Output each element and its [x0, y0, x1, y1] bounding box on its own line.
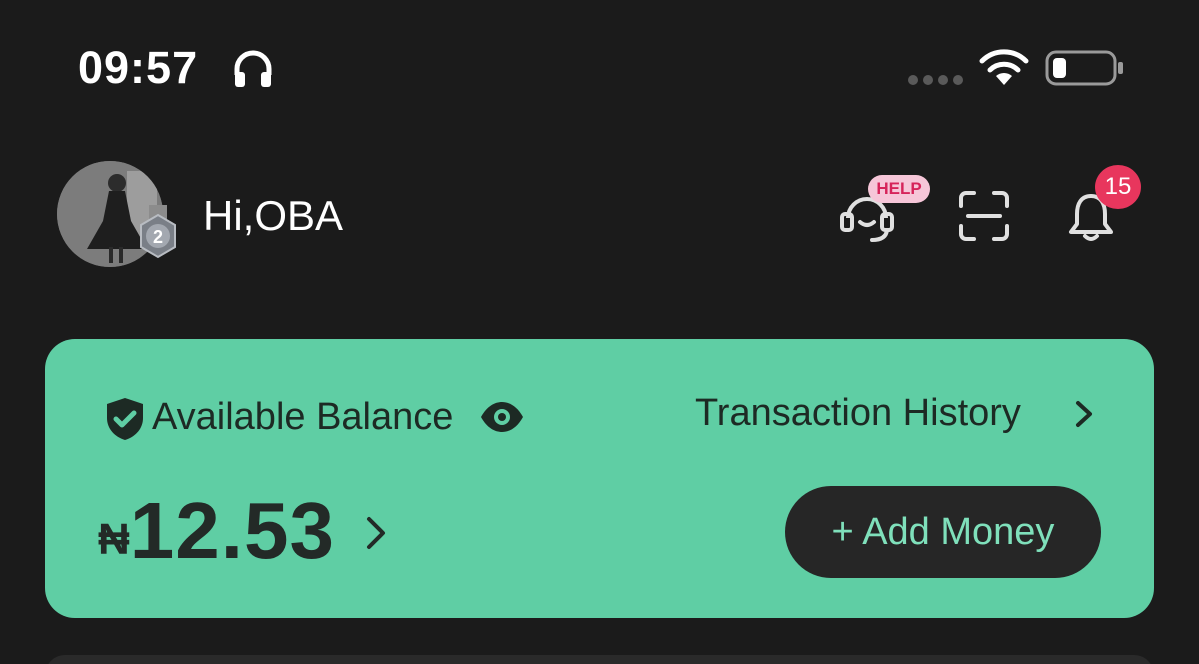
status-time: 09:57	[78, 42, 199, 93]
wifi-icon	[979, 49, 1029, 85]
transaction-history-link[interactable]: Transaction History	[695, 390, 1021, 436]
next-card	[45, 655, 1154, 664]
add-money-button[interactable]: + Add Money	[785, 486, 1101, 578]
chevron-right-icon[interactable]	[1072, 398, 1096, 430]
rank-badge-number: 2	[153, 227, 163, 247]
balance-value: 12.53	[129, 486, 335, 575]
currency-symbol: ₦	[98, 515, 130, 564]
signal-icon	[908, 75, 963, 85]
notification-count-badge: 15	[1095, 165, 1141, 209]
scan-icon[interactable]	[958, 190, 1010, 242]
chevron-right-icon[interactable]	[364, 513, 388, 553]
balance-amount[interactable]: ₦ 12.53	[98, 488, 335, 574]
battery-icon	[1045, 50, 1123, 86]
headphones-icon	[234, 50, 272, 87]
app-screen: 09:57 2 Hi,OBA HELP 15 Available Balance…	[0, 0, 1199, 664]
help-badge[interactable]: HELP	[868, 175, 930, 203]
available-balance-label: Available Balance	[152, 396, 454, 438]
eye-icon[interactable]	[479, 400, 525, 434]
rank-badge-icon: 2	[140, 205, 176, 259]
shield-check-icon	[107, 398, 143, 440]
greeting: Hi,OBA	[203, 192, 344, 239]
